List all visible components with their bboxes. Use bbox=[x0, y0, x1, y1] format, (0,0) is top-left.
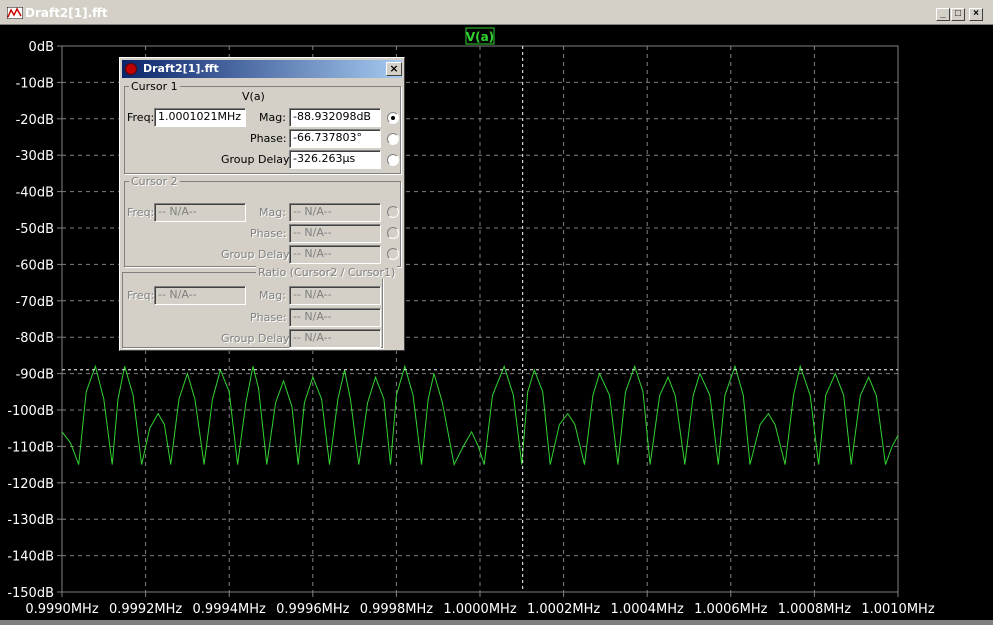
y-tick-label: -150dB bbox=[7, 586, 54, 601]
cursor1-gd-field[interactable]: -326.263µs bbox=[289, 150, 381, 169]
x-tick-label: 0.9990MHz bbox=[25, 602, 98, 617]
cursor1-legend: Cursor 1 bbox=[129, 80, 180, 93]
x-tick-label: 1.0002MHz bbox=[527, 602, 600, 617]
cursor1-gd-label: Group Delay: bbox=[221, 153, 293, 166]
y-tick-label: -120dB bbox=[7, 477, 54, 492]
cursor1-freq-field[interactable]: 1.0001021MHz bbox=[154, 108, 246, 127]
cursor2-mag-label: Mag: bbox=[259, 206, 286, 219]
window-titlebar[interactable]: Draft2[1].fft _ □ × bbox=[0, 0, 993, 25]
y-tick-label: -70dB bbox=[16, 295, 54, 310]
cursor1-phase-field[interactable]: -66.737803° bbox=[289, 129, 381, 148]
ratio-freq-label: Freq: bbox=[127, 289, 155, 302]
trace-label[interactable]: V(a) bbox=[466, 30, 494, 44]
dialog-titlebar[interactable]: Draft2[1].fft × bbox=[122, 60, 402, 78]
ratio-gd-field[interactable]: -- N/A-- bbox=[289, 329, 381, 348]
cursor2-freq-field[interactable]: -- N/A-- bbox=[154, 203, 246, 222]
maximize-button[interactable]: □ bbox=[951, 8, 965, 21]
cursor2-phase-field[interactable]: -- N/A-- bbox=[289, 224, 381, 243]
cursor2-mag-radio[interactable] bbox=[387, 206, 399, 218]
x-tick-label: 1.0000MHz bbox=[443, 602, 516, 617]
cursor1-trace-name: V(a) bbox=[242, 90, 265, 103]
cursor2-gd-label: Group Delay: bbox=[221, 248, 293, 261]
waveform-app-icon bbox=[7, 7, 23, 19]
cursor1-gd-radio[interactable] bbox=[387, 154, 399, 166]
y-tick-label: -10dB bbox=[16, 76, 54, 91]
ratio-legend: Ratio (Cursor2 / Cursor1) bbox=[256, 266, 398, 279]
cursor2-phase-radio[interactable] bbox=[387, 227, 399, 239]
minimize-button[interactable]: _ bbox=[936, 8, 950, 21]
y-tick-label: -140dB bbox=[7, 550, 54, 565]
cursor2-gd-field[interactable]: -- N/A-- bbox=[289, 245, 381, 264]
ratio-mag-field[interactable]: -- N/A-- bbox=[289, 286, 381, 305]
y-tick-label: -60dB bbox=[16, 258, 54, 273]
cursor1-phase-label: Phase: bbox=[250, 132, 287, 145]
ratio-mag-label: Mag: bbox=[259, 289, 286, 302]
y-tick-label: 0dB bbox=[29, 40, 54, 55]
cursor1-mag-label: Mag: bbox=[259, 111, 286, 124]
cursor-dialog: Draft2[1].fft × Cursor 1 V(a) Freq: 1.00… bbox=[119, 57, 405, 351]
cursor1-mag-field[interactable]: -88.932098dB bbox=[289, 108, 381, 127]
x-tick-label: 0.9998MHz bbox=[360, 602, 433, 617]
x-tick-label: 0.9992MHz bbox=[109, 602, 182, 617]
x-tick-label: 0.9994MHz bbox=[193, 602, 266, 617]
cursor1-mag-radio[interactable] bbox=[387, 112, 399, 124]
x-tick-label: 1.0004MHz bbox=[611, 602, 684, 617]
cursor1-phase-radio[interactable] bbox=[387, 133, 399, 145]
cursor2-freq-label: Freq: bbox=[127, 206, 155, 219]
ratio-phase-label: Phase: bbox=[250, 311, 287, 324]
y-tick-label: -100dB bbox=[7, 404, 54, 419]
fft-window: Draft2[1].fft _ □ × 0.9990MHz 0.9992MHz 0.… bbox=[0, 0, 993, 620]
cursor2-legend: Cursor 2 bbox=[129, 175, 180, 188]
y-tick-label: -20dB bbox=[16, 113, 54, 128]
y-tick-label: -50dB bbox=[16, 222, 54, 237]
cursor2-phase-label: Phase: bbox=[250, 227, 287, 240]
y-tick-label: -80dB bbox=[16, 331, 54, 346]
app-icon bbox=[125, 63, 137, 75]
ratio-phase-field[interactable]: -- N/A-- bbox=[289, 308, 381, 327]
cursor2-mag-field[interactable]: -- N/A-- bbox=[289, 203, 381, 222]
cursor2-gd-radio[interactable] bbox=[387, 248, 399, 260]
x-tick-label: 1.0006MHz bbox=[694, 602, 767, 617]
close-button[interactable]: × bbox=[969, 8, 983, 21]
x-tick-label: 1.0010MHz bbox=[861, 602, 934, 617]
window-title: Draft2[1].fft bbox=[25, 6, 108, 20]
x-tick-label: 1.0008MHz bbox=[778, 602, 851, 617]
y-tick-label: -40dB bbox=[16, 186, 54, 201]
y-tick-label: -110dB bbox=[7, 440, 54, 455]
y-tick-label: -30dB bbox=[16, 149, 54, 164]
y-tick-label: -130dB bbox=[7, 513, 54, 528]
ratio-freq-field[interactable]: -- N/A-- bbox=[154, 286, 246, 305]
x-tick-label: 0.9996MHz bbox=[276, 602, 349, 617]
ratio-gd-label: Group Delay: bbox=[221, 332, 293, 345]
dialog-title: Draft2[1].fft bbox=[143, 62, 219, 75]
dialog-close-button[interactable]: × bbox=[386, 62, 402, 76]
cursor1-freq-label: Freq: bbox=[127, 111, 155, 124]
y-tick-label: -90dB bbox=[16, 368, 54, 383]
